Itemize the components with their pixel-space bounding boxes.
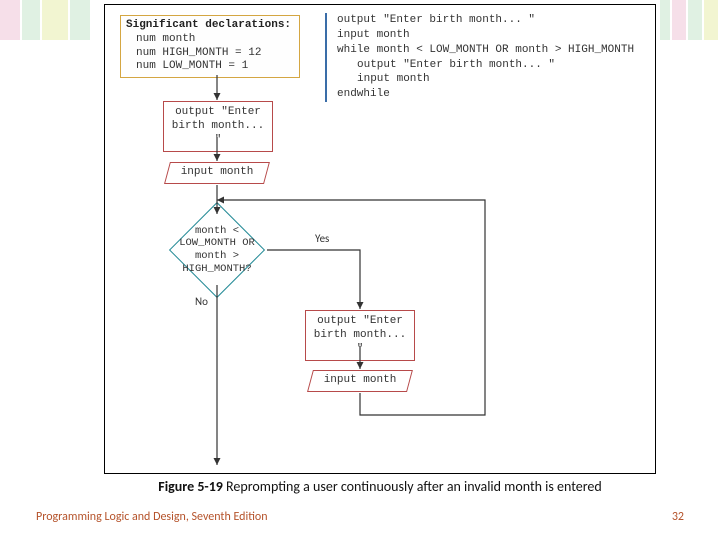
flowchart-figure: Significant declarations: num month num …	[104, 4, 656, 474]
figure-caption: Figure 5-19 Reprompting a user continuou…	[104, 478, 656, 495]
arrow-layer	[105, 5, 657, 475]
page-number: 32	[672, 510, 684, 524]
footer-book-title: Programming Logic and Design, Seventh Ed…	[36, 510, 268, 524]
